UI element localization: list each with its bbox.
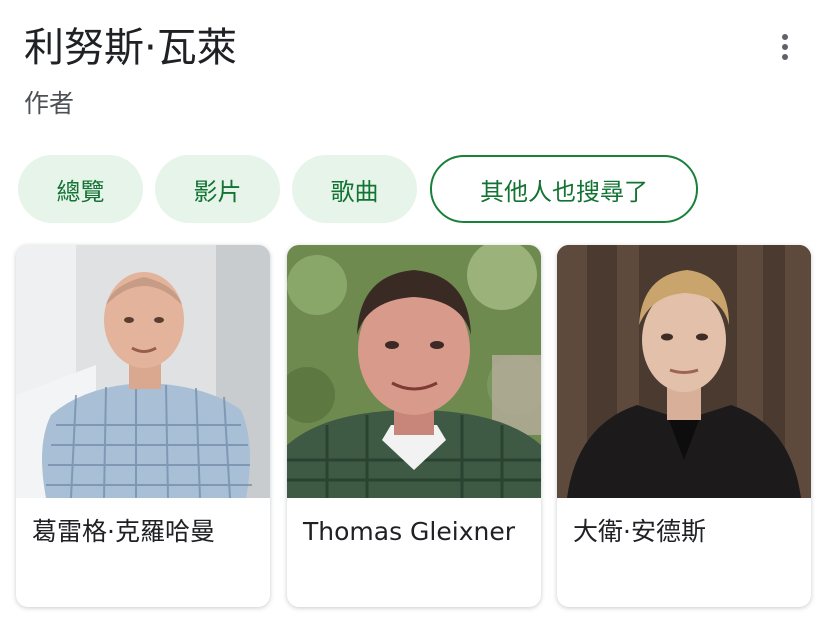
tab-overview[interactable]: 總覽 — [18, 155, 143, 223]
entity-subtitle: 作者 — [24, 89, 75, 118]
tab-people-also-search[interactable]: 其他人也搜尋了 — [430, 155, 698, 223]
person-name: 葛雷格·克羅哈曼 — [32, 517, 215, 546]
tab-videos[interactable]: 影片 — [155, 155, 280, 223]
tab-chip-bar: 總覽 影片 歌曲 其他人也搜尋了 — [18, 155, 818, 223]
person-name: Thomas Gleixner — [303, 517, 515, 546]
person-photo — [557, 245, 811, 498]
person-card[interactable]: 葛雷格·克羅哈曼 — [16, 245, 270, 607]
person-card[interactable]: 大衛·安德斯 — [557, 245, 811, 607]
tab-songs[interactable]: 歌曲 — [292, 155, 417, 223]
more-vertical-icon — [782, 44, 788, 50]
person-name: 大衛·安德斯 — [573, 517, 706, 546]
page-title: 利努斯·瓦萊 — [24, 25, 237, 71]
person-photo — [16, 245, 270, 498]
more-options-button[interactable] — [768, 24, 802, 70]
more-vertical-icon — [782, 34, 788, 40]
more-vertical-icon — [782, 54, 788, 60]
person-photo — [287, 245, 541, 498]
people-also-search-carousel: 葛雷格·克羅哈曼 Thomas Gleixner 大衛·安德斯 — [16, 245, 816, 610]
person-card[interactable]: Thomas Gleixner — [287, 245, 541, 607]
